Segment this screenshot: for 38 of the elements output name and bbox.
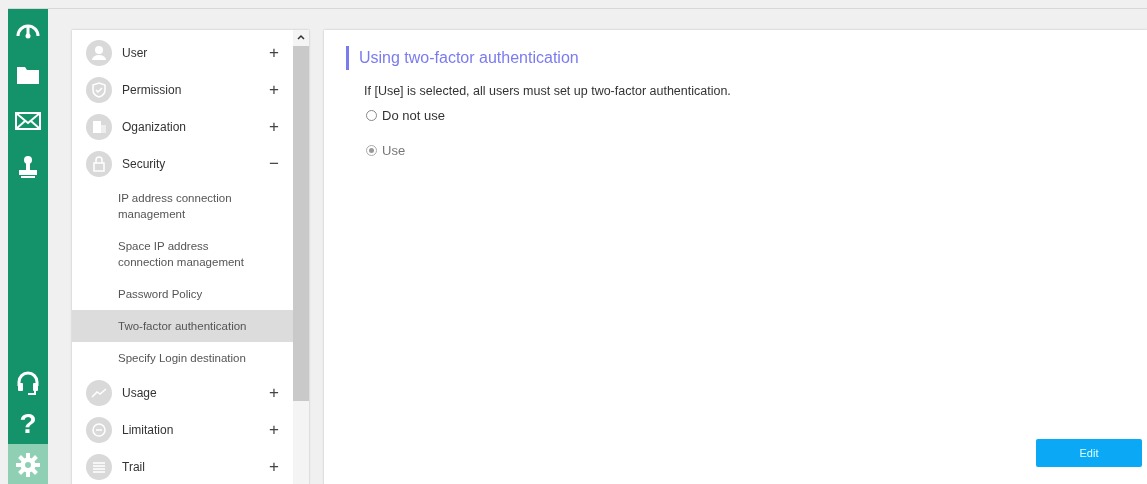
expand-icon: + — [269, 456, 279, 477]
menu-category[interactable]: Oganization + — [72, 108, 293, 145]
minus-icon — [86, 416, 112, 443]
menu-item[interactable]: IP address connection management — [72, 182, 293, 230]
person-icon — [86, 39, 112, 66]
menu-item[interactable]: Space IP address connection management — [72, 230, 293, 278]
menu-item[interactable]: Specify Login destination — [72, 342, 293, 374]
settings-icon — [16, 452, 40, 477]
menu-category[interactable]: Usage + — [72, 374, 293, 411]
menu-category[interactable]: Security − — [72, 145, 293, 182]
folder-icon — [16, 65, 40, 85]
radio-option[interactable]: Do not use — [366, 108, 1147, 123]
expand-icon: + — [269, 419, 279, 440]
menu-category[interactable]: Trail + — [72, 448, 293, 484]
description: If [Use] is selected, all users must set up two-factor authentication. — [364, 84, 732, 98]
menu-item[interactable]: Two-factor authentication — [72, 310, 293, 342]
lock-icon — [86, 150, 112, 177]
building-icon — [86, 113, 112, 140]
shield-icon — [86, 76, 112, 103]
expand-icon: + — [269, 116, 279, 137]
menu-category[interactable]: Limitation + — [72, 411, 293, 448]
chart-icon — [86, 379, 112, 406]
collapse-icon: − — [269, 153, 279, 174]
section-title: Using two-factor authentication — [346, 46, 1147, 70]
expand-icon: + — [269, 382, 279, 403]
mail-icon — [15, 112, 41, 130]
menu-category[interactable]: Permission + — [72, 71, 293, 108]
menu-category[interactable]: User + — [72, 34, 293, 71]
rail-button[interactable]: ? — [8, 403, 48, 444]
menu-item[interactable]: Password Policy — [72, 278, 293, 310]
lines-icon — [86, 453, 112, 480]
help-icon: ? — [19, 409, 37, 438]
stamp-icon — [16, 155, 40, 179]
headset-icon — [16, 369, 40, 396]
scrollbar[interactable] — [293, 30, 309, 484]
expand-icon: + — [269, 42, 279, 63]
radio-button[interactable] — [366, 110, 377, 121]
expand-icon: + — [269, 79, 279, 100]
